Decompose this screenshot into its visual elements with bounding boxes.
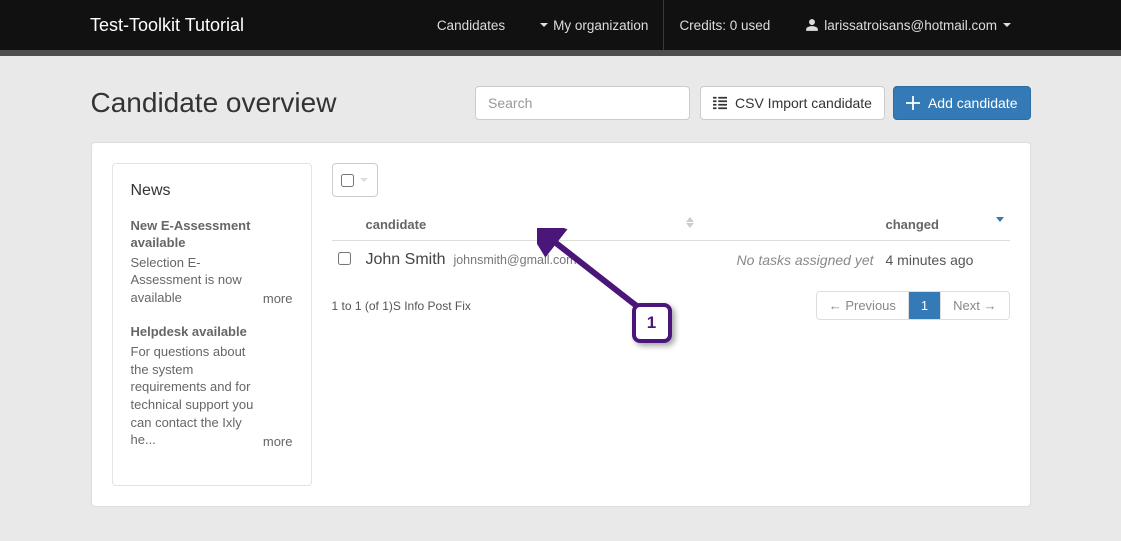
nav-my-organization[interactable]: My organization: [520, 0, 663, 50]
page-previous[interactable]: ← Previous: [817, 292, 909, 319]
news-heading: News: [131, 182, 293, 200]
pagination: ← Previous 1 Next →: [816, 291, 1010, 320]
add-candidate-label: Add candidate: [928, 95, 1018, 111]
news-item-title: Helpdesk available: [131, 324, 293, 341]
plus-icon: [906, 96, 920, 110]
csv-import-button[interactable]: CSV Import candidate: [700, 86, 885, 120]
bulk-checkbox[interactable]: [341, 174, 354, 187]
nav-user-label: larissatroisans@hotmail.com: [824, 18, 997, 33]
news-item: Helpdesk available For questions about t…: [131, 324, 293, 448]
nav-candidates[interactable]: Candidates: [422, 0, 520, 50]
tasks-cell: No tasks assigned yet: [700, 241, 880, 280]
csv-import-label: CSV Import candidate: [735, 95, 872, 111]
news-item: New E-Assessment available Selection E-A…: [131, 218, 293, 306]
col-candidate-label: candidate: [366, 217, 427, 232]
candidate-name: John Smith: [366, 251, 446, 268]
col-tasks: [700, 209, 880, 241]
sort-icon: [996, 217, 1004, 222]
changed-cell: 4 minutes ago: [880, 241, 1010, 280]
sort-icon: [686, 217, 694, 228]
page-1[interactable]: 1: [909, 292, 941, 319]
sort-down-icon: [996, 217, 1004, 222]
main-content: candidate changed: [332, 163, 1010, 486]
user-icon: [805, 18, 819, 32]
candidates-table: candidate changed: [332, 209, 1010, 279]
brand[interactable]: Test-Toolkit Tutorial: [90, 15, 244, 36]
table-footer: 1 to 1 (of 1)S Info Post Fix ← Previous …: [332, 291, 1010, 320]
page-header: Candidate overview CSV Import candidate …: [91, 84, 1031, 122]
page-next[interactable]: Next →: [941, 292, 1008, 319]
bulk-select-dropdown[interactable]: [332, 163, 378, 197]
table-info: 1 to 1 (of 1)S Info Post Fix: [332, 299, 471, 313]
chevron-down-icon: [360, 178, 368, 182]
nav-user-menu[interactable]: larissatroisans@hotmail.com: [785, 0, 1031, 50]
page-container: Candidate overview CSV Import candidate …: [91, 56, 1031, 507]
chevron-down-icon: [1003, 23, 1011, 27]
add-candidate-button[interactable]: Add candidate: [893, 86, 1031, 120]
col-changed[interactable]: changed: [880, 209, 1010, 241]
nav-credits: Credits: 0 used: [663, 0, 785, 50]
col-candidate[interactable]: candidate: [360, 209, 700, 241]
chevron-down-icon: [540, 23, 548, 27]
candidate-email: johnsmith@gmail.com: [453, 253, 576, 267]
news-more-link[interactable]: more: [263, 291, 293, 306]
col-checkbox: [332, 209, 360, 241]
main-panel: News New E-Assessment available Selectio…: [91, 142, 1031, 507]
nav-right: Candidates My organization Credits: 0 us…: [422, 0, 1031, 50]
nav-my-organization-label: My organization: [553, 18, 648, 33]
page-title: Candidate overview: [91, 87, 476, 119]
news-more-link[interactable]: more: [263, 434, 293, 449]
row-checkbox[interactable]: [338, 252, 351, 265]
sort-up-icon: [686, 217, 694, 222]
table-row[interactable]: John Smith johnsmith@gmail.com No tasks …: [332, 241, 1010, 280]
news-sidebar: News New E-Assessment available Selectio…: [112, 163, 312, 486]
sort-down-icon: [686, 223, 694, 228]
news-item-title: New E-Assessment available: [131, 218, 293, 252]
top-navbar: Test-Toolkit Tutorial Candidates My orga…: [0, 0, 1121, 50]
search-input[interactable]: [475, 86, 690, 120]
col-changed-label: changed: [886, 217, 939, 232]
list-icon: [713, 96, 727, 110]
